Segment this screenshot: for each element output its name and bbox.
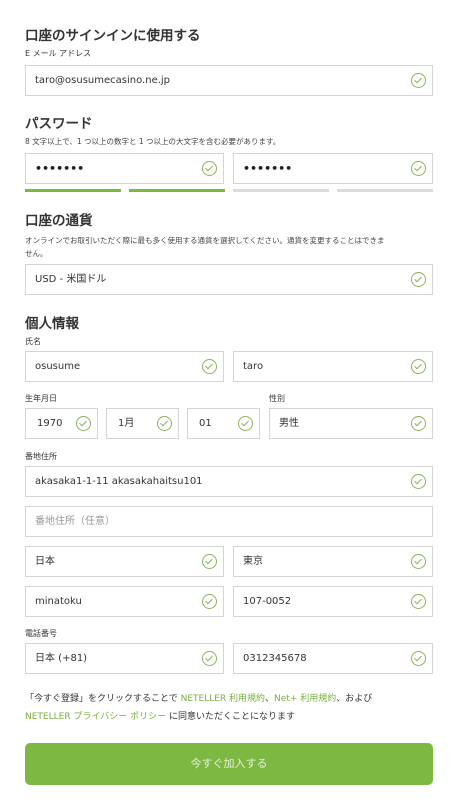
dob-day-select[interactable]: 01 (187, 408, 260, 439)
personal-heading: 個人情報 (25, 316, 79, 332)
check-icon (411, 73, 426, 88)
password-confirm-value: ••••••• (243, 162, 293, 175)
currency-hint-line1: オンラインでお取引いただく際に最も多く使用する通貨を選択してください。通貨を変更… (25, 236, 385, 245)
join-now-button[interactable]: 今すぐ加入する (25, 743, 433, 785)
check-icon (202, 594, 217, 609)
postal-code-value: 107-0052 (243, 596, 292, 607)
signin-heading: 口座のサインインに使用する (25, 28, 201, 44)
region-field[interactable]: 東京 (233, 546, 433, 577)
email-label: E メール アドレス (25, 49, 92, 58)
dob-year-select[interactable]: 1970 (25, 408, 98, 439)
password-strength-bar-2 (129, 189, 225, 192)
password-strength-bar-4 (337, 189, 433, 192)
country-value: 日本 (35, 556, 55, 567)
check-icon (411, 359, 426, 374)
first-name-field[interactable]: taro (233, 351, 433, 382)
check-icon (411, 272, 426, 287)
postal-code-field[interactable]: 107-0052 (233, 586, 433, 617)
dob-day-value: 01 (199, 418, 212, 429)
currency-value: USD - 米国ドル (35, 274, 107, 285)
check-icon (411, 474, 426, 489)
check-icon (202, 161, 217, 176)
address1-field[interactable]: akasaka1-1-11 akasakahaitsu101 (25, 466, 433, 497)
dob-label: 生年月日 (25, 394, 57, 403)
phone-value: 0312345678 (243, 653, 307, 664)
password-hint: 8 文字以上で、1 つ以上の数字と 1 つ以上の大文字を含む必要があります。 (25, 137, 281, 146)
address1-value: akasaka1-1-11 akasakahaitsu101 (35, 476, 203, 487)
neteller-terms-link[interactable]: NETELLER 利用規約 (181, 694, 265, 704)
check-icon (202, 359, 217, 374)
check-icon (202, 554, 217, 569)
check-icon (238, 416, 253, 431)
password-strength-bar-3 (233, 189, 329, 192)
netplus-terms-link[interactable]: Net+ 利用規約 (274, 694, 336, 704)
phone-field[interactable]: 0312345678 (233, 643, 433, 674)
terms-text-4: に同意いただくことになります (166, 712, 295, 722)
region-value: 東京 (243, 556, 263, 567)
phone-label: 電話番号 (25, 629, 57, 638)
last-name-field[interactable]: osusume (25, 351, 224, 382)
phone-code-value: 日本 (+81) (35, 653, 88, 664)
password-field[interactable]: ••••••• (25, 153, 224, 184)
address2-placeholder: 番地住所（任意） (35, 516, 115, 527)
address-label: 番地住所 (25, 452, 57, 461)
dob-month-value: 1月 (118, 418, 135, 429)
last-name-value: osusume (35, 361, 81, 372)
currency-select[interactable]: USD - 米国ドル (25, 264, 433, 295)
terms-text-2: 、 (265, 694, 275, 704)
check-icon (76, 416, 91, 431)
dob-year-value: 1970 (37, 418, 63, 429)
city-field[interactable]: minatoku (25, 586, 224, 617)
terms-text: 「今すぐ登録」をクリックすることで NETELLER 利用規約、Net+ 利用規… (25, 690, 372, 726)
check-icon (411, 554, 426, 569)
password-heading: パスワード (25, 116, 93, 132)
password-strength-bar-1 (25, 189, 121, 192)
currency-heading: 口座の通貨 (25, 213, 93, 229)
gender-value: 男性 (279, 418, 299, 429)
terms-text-3: 、および (336, 694, 373, 704)
check-icon (411, 594, 426, 609)
currency-hint-line2: せん。 (25, 249, 48, 258)
email-value: taro@osusumecasino.ne.jp (35, 75, 171, 86)
gender-label: 性別 (269, 394, 285, 403)
gender-select[interactable]: 男性 (269, 408, 433, 439)
phone-code-select[interactable]: 日本 (+81) (25, 643, 224, 674)
terms-text-1: 「今すぐ登録」をクリックすることで (25, 694, 181, 704)
check-icon (411, 651, 426, 666)
password-confirm-field[interactable]: ••••••• (233, 153, 433, 184)
dob-month-select[interactable]: 1月 (106, 408, 179, 439)
check-icon (411, 161, 426, 176)
first-name-value: taro (243, 361, 264, 372)
country-select[interactable]: 日本 (25, 546, 224, 577)
check-icon (157, 416, 172, 431)
check-icon (202, 651, 217, 666)
password-value: ••••••• (35, 162, 85, 175)
email-field[interactable]: taro@osusumecasino.ne.jp (25, 65, 433, 96)
city-value: minatoku (35, 596, 82, 607)
name-label: 氏名 (25, 337, 41, 346)
privacy-policy-link[interactable]: NETELLER プライバシー ポリシー (25, 712, 166, 722)
check-icon (411, 416, 426, 431)
address2-field[interactable]: 番地住所（任意） (25, 506, 433, 537)
